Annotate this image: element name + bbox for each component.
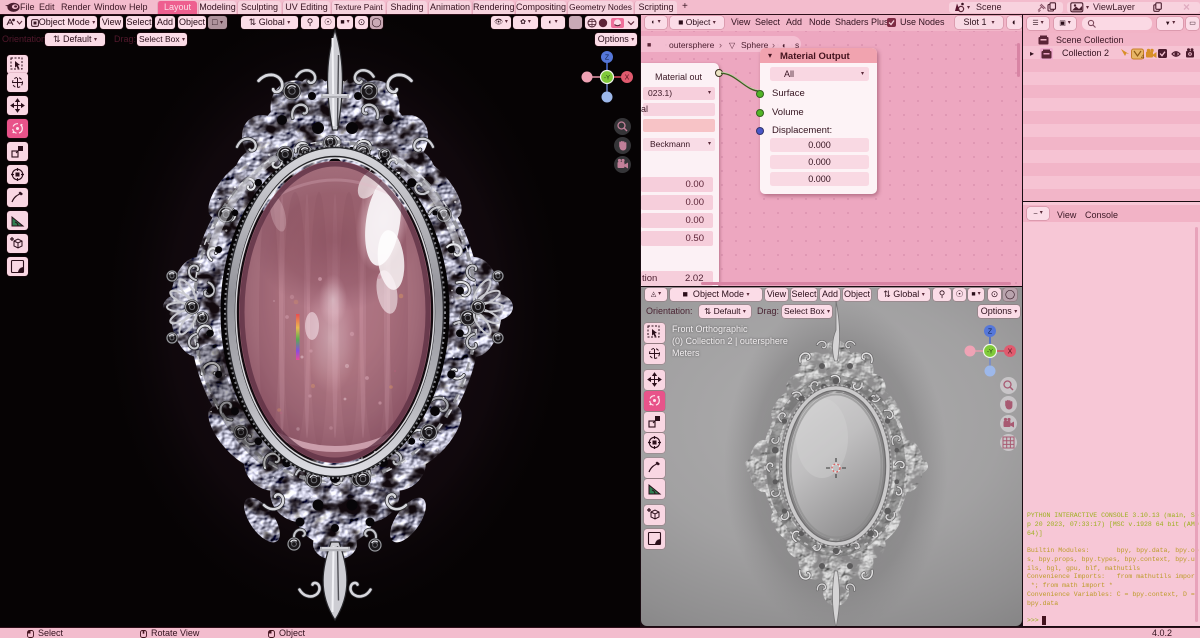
svg-text:X: X [625,75,630,82]
svg-text:-Y: -Y [987,350,993,356]
svg-text:X: X [1008,349,1013,356]
svg-text:Z: Z [605,55,610,62]
svg-text:Z: Z [988,329,993,336]
svg-text:4: 4 [1141,55,1145,60]
svg-text:-Y: -Y [604,76,610,82]
